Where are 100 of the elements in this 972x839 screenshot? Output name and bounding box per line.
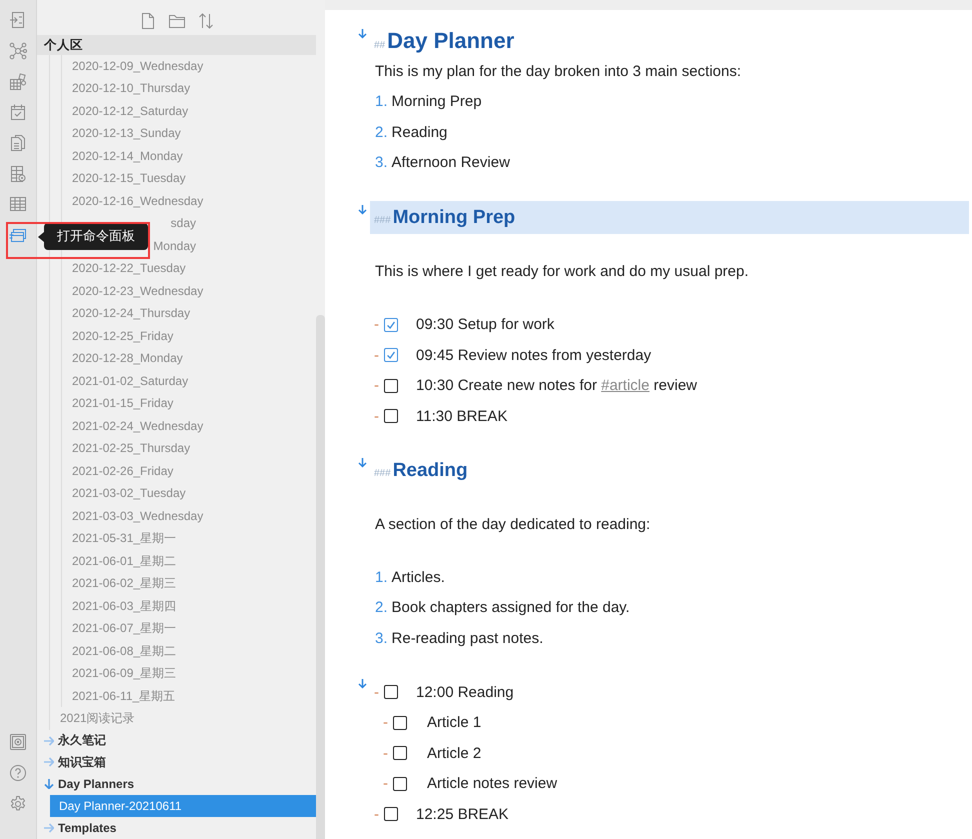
folder-item[interactable]: Templates [37,817,316,839]
checkbox[interactable] [393,716,407,730]
heading-marker: ## [374,39,386,53]
list-number: 3. [375,628,388,648]
file-item[interactable]: 2021-06-02_星期三 [62,572,316,595]
list-item-text: Book chapters assigned for the day. [392,598,630,618]
folder-icon[interactable] [168,12,186,30]
list-item-text: Reading [392,122,448,142]
help-icon[interactable] [9,764,27,782]
documents-icon[interactable] [9,134,27,152]
file-item[interactable]: 2020-12-16_Wednesday [62,190,316,212]
file-item[interactable]: 2021-06-08_星期二 [62,640,316,662]
arrow-icon[interactable] [44,736,54,746]
file-item[interactable]: 2021-06-09_星期三 [62,662,316,685]
file-item[interactable]: 2020-12-23_Wednesday [62,280,316,302]
list-bullet: - [383,714,389,732]
task-text: 10:30 Create new notes for #article review [416,377,697,394]
list-number: 3. [375,153,388,173]
checkbox[interactable] [393,746,407,760]
paragraph: This is my plan for the day broken into 3 main sections: [374,62,742,82]
file-item[interactable]: 2020-12-28_Monday [62,347,316,370]
arrow-icon[interactable] [44,779,54,790]
folder-item[interactable]: Day Planners [37,773,316,795]
task-text: Article 2 [427,744,482,762]
file-item[interactable]: 2021-02-24_Wednesday [62,414,316,438]
file-item[interactable]: 2021-01-02_Saturday [62,370,316,392]
cards-icon[interactable] [9,226,27,244]
file-item[interactable]: 2021阅读记录 [50,707,316,730]
calendar-icon[interactable] [9,103,27,122]
list-number: 1. [375,568,388,588]
checkbox[interactable] [384,348,398,362]
list-number: 2. [375,122,388,142]
settings-icon[interactable] [9,794,27,813]
paragraph: This is where I get ready for work and do my usual prep. [374,262,750,282]
checkbox[interactable] [384,409,398,424]
table-icon[interactable] [9,195,27,214]
list-bullet: - [383,744,389,762]
list-bullet: - [383,775,389,792]
folder-name: Day Planners [58,777,134,792]
table-gear-icon[interactable] [9,164,27,183]
arrow-icon[interactable] [44,757,54,768]
list-bullet: - [374,346,380,364]
folder-header[interactable]: 个人区 [37,34,316,55]
tag-link[interactable]: #article [601,377,650,394]
heading-marker: ### [374,466,391,480]
heading-text: Day Planner [387,27,514,55]
folder-item[interactable]: 知识宝箱 [37,752,316,774]
tooltip: 打开命令面板 [44,223,148,250]
file-item[interactable]: 2021-02-26_Friday [62,460,316,482]
sort-icon[interactable] [196,12,214,30]
checkmark-icon [385,349,397,362]
file-item[interactable]: 2020-12-15_Tuesday [62,167,316,190]
heading-text: Morning Prep [392,206,516,230]
file-item[interactable]: 2021-06-11_星期五 [62,684,316,708]
file-item[interactable]: Day Planner-20210611 [50,794,316,818]
file-item[interactable]: 2020-12-10_Thursday [62,77,316,100]
file-item[interactable]: 2020-12-24_Thursday [62,302,316,325]
folder-name: 知识宝箱 [58,754,106,771]
list-item-text: Afternoon Review [392,153,510,173]
checkbox[interactable] [393,776,407,791]
file-item[interactable]: 2020-12-25_Friday [62,324,316,348]
arrow-icon[interactable] [44,823,54,834]
grid-icon[interactable] [9,72,27,91]
file-item[interactable]: 2020-12-12_Saturday [62,100,316,122]
folder-name: Templates [58,821,116,836]
checkbox[interactable] [384,318,398,332]
heading-text: Reading [392,458,468,482]
file-item[interactable]: 2021-03-02_Tuesday [62,482,316,505]
folder-item[interactable]: 永久笔记 [37,730,316,752]
list-item-text: Morning Prep [392,92,482,112]
file-item[interactable]: 2021-05-31_星期一 [62,527,316,550]
file-item[interactable]: 2021-06-03_星期四 [62,594,316,618]
paragraph: A section of the day dedicated to reading: [374,514,652,534]
task-text: 12:00 Reading [416,684,514,701]
collapse-arrow-icon[interactable] [358,679,367,689]
file-item[interactable]: 2021-03-03_Wednesday [62,504,316,528]
file-item[interactable]: 2021-06-01_星期二 [62,550,316,572]
list-bullet: - [374,408,380,425]
file-item[interactable]: 2020-12-13_Sunday [62,122,316,145]
collapse-arrow-icon[interactable] [358,29,367,39]
task-text: 11:30 BREAK [416,408,508,425]
checkbox[interactable] [384,378,398,393]
checkbox[interactable] [384,685,398,700]
checkbox[interactable] [384,807,398,822]
vault-icon[interactable] [9,733,27,752]
list-number: 2. [375,598,388,618]
collapse-arrow-icon[interactable] [358,458,367,468]
graph-icon[interactable] [9,42,27,60]
collapse-arrow-icon[interactable] [358,204,367,214]
file-item[interactable]: 2021-01-15_Friday [62,392,316,415]
file-item[interactable]: 2021-06-07_星期一 [62,617,316,640]
file-item[interactable]: 2020-12-09_Wednesday [62,54,316,78]
list-item-text: Articles. [392,568,445,588]
import-icon[interactable] [9,11,27,30]
list-bullet: - [374,806,380,823]
list-bullet: - [374,377,380,394]
file-item[interactable]: 2020-12-22_Tuesday [62,257,316,280]
file-item[interactable]: 2021-02-25_Thursday [62,437,316,460]
file-item[interactable]: 2020-12-14_Monday [62,144,316,168]
scrollbar-thumb[interactable] [316,315,325,839]
